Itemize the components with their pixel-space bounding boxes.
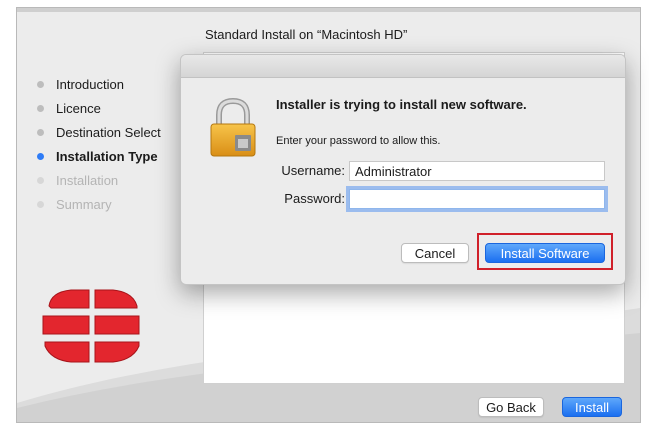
step-summary: Summary xyxy=(37,192,161,216)
step-licence: Licence xyxy=(37,96,161,120)
step-dot xyxy=(37,200,44,208)
step-label: Installation xyxy=(56,172,119,188)
cancel-button[interactable]: Cancel xyxy=(401,243,469,263)
step-dot xyxy=(37,80,44,88)
fortinet-logo xyxy=(42,289,140,363)
step-dot xyxy=(37,128,44,136)
password-label: Password: xyxy=(284,191,345,206)
step-label: Installation Type xyxy=(56,148,158,164)
step-label: Introduction xyxy=(56,76,124,92)
step-dot xyxy=(37,176,44,184)
step-label: Summary xyxy=(56,196,112,212)
username-label: Username: xyxy=(281,163,345,178)
step-destination-select: Destination Select xyxy=(37,120,161,144)
dialog-title: Installer is trying to install new softw… xyxy=(276,97,527,112)
step-dot-current xyxy=(37,152,44,160)
step-introduction: Introduction xyxy=(37,72,161,96)
dialog-subtitle: Enter your password to allow this. xyxy=(276,135,441,147)
username-field[interactable] xyxy=(349,161,605,181)
step-label: Destination Select xyxy=(56,124,161,140)
lock-icon xyxy=(210,97,256,157)
dialog-titlebar xyxy=(181,55,625,78)
steps-list: Introduction Licence Destination Select … xyxy=(37,72,161,216)
install-title: Standard Install on “Macintosh HD” xyxy=(205,27,408,42)
install-button[interactable]: Install xyxy=(562,397,622,417)
go-back-button[interactable]: Go Back xyxy=(478,397,544,417)
password-field[interactable] xyxy=(349,189,605,209)
step-installation: Installation xyxy=(37,168,161,192)
install-software-button[interactable]: Install Software xyxy=(485,243,605,263)
step-label: Licence xyxy=(56,100,101,116)
step-installation-type: Installation Type xyxy=(37,144,161,168)
authentication-dialog: Installer is trying to install new softw… xyxy=(180,54,626,285)
step-dot xyxy=(37,104,44,112)
